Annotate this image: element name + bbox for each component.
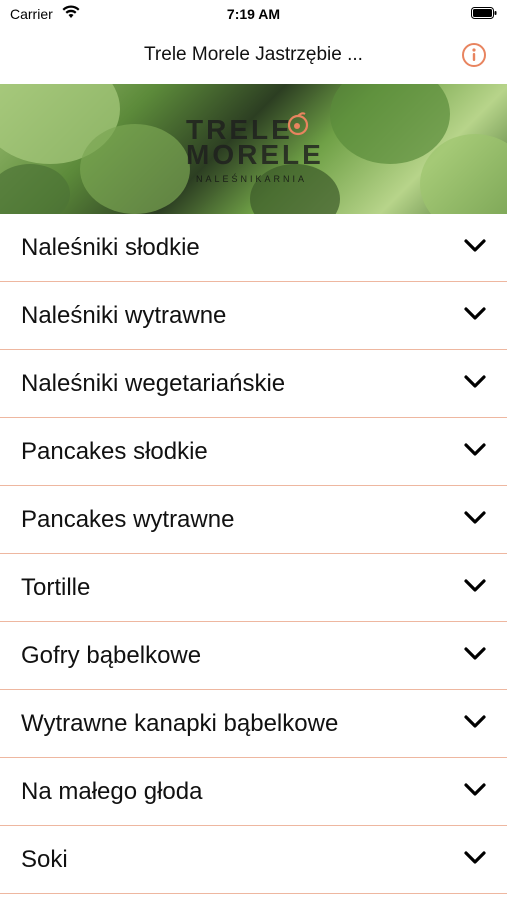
category-label: Na małego głoda <box>21 778 203 805</box>
chevron-down-icon <box>464 851 486 864</box>
category-label: Pancakes wytrawne <box>21 506 235 533</box>
navigation-bar: Trele Morele Jastrzębie ... <box>0 28 507 84</box>
hero-banner: TRELE MORELE NALEŚNIKARNIA <box>0 84 507 214</box>
page-title: Trele Morele Jastrzębie ... <box>144 44 363 65</box>
chevron-down-icon <box>464 783 486 796</box>
chevron-down-icon <box>464 443 486 456</box>
list-item[interactable]: Pancakes słodkie <box>0 418 507 486</box>
chevron-down-icon <box>464 647 486 660</box>
list-item[interactable]: Pancakes wytrawne <box>0 486 507 554</box>
category-label: Gofry bąbelkowe <box>21 642 202 669</box>
category-label: Naleśniki wegetariańskie <box>21 370 286 397</box>
logo-text-line2: MORELE <box>186 139 324 170</box>
status-bar: Carrier 7:19 AM <box>0 0 507 28</box>
list-item[interactable]: Naleśniki słodkie <box>0 214 507 282</box>
clock: 7:19 AM <box>226 6 281 22</box>
category-label: Pancakes słodkie <box>21 438 208 465</box>
info-icon[interactable] <box>461 42 487 68</box>
logo-subtitle: NALEŚNIKARNIA <box>196 174 308 184</box>
list-item[interactable]: Tortille <box>0 554 507 622</box>
category-label: Soki <box>21 846 68 873</box>
chevron-down-icon <box>464 579 486 592</box>
restaurant-logo: TRELE MORELE NALEŚNIKARNIA <box>186 104 326 194</box>
chevron-down-icon <box>464 511 486 524</box>
apricot-icon <box>287 112 309 136</box>
list-item[interactable]: Gofry bąbelkowe <box>0 622 507 690</box>
list-item[interactable]: Naleśniki wegetariańskie <box>0 350 507 418</box>
chevron-down-icon <box>464 375 486 388</box>
list-item[interactable]: Na małego głoda <box>0 758 507 826</box>
category-label: Tortille <box>21 574 91 601</box>
chevron-down-icon <box>464 239 486 252</box>
chevron-down-icon <box>464 715 486 728</box>
list-item[interactable]: Naleśniki wytrawne <box>0 282 507 350</box>
list-item[interactable]: Soki <box>0 826 507 894</box>
category-label: Naleśniki wytrawne <box>21 302 227 329</box>
menu-category-list: Naleśniki słodkie Naleśniki wytrawne Nal… <box>0 214 507 894</box>
battery-icon <box>471 7 497 19</box>
list-item[interactable]: Wytrawne kanapki bąbelkowe <box>0 690 507 758</box>
category-label: Wytrawne kanapki bąbelkowe <box>21 710 339 737</box>
chevron-down-icon <box>464 307 486 320</box>
category-label: Naleśniki słodkie <box>21 234 200 261</box>
